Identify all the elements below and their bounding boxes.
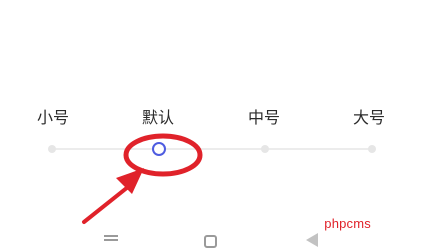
watermark: phpcms (324, 216, 371, 231)
font-size-slider-thumb[interactable] (152, 142, 166, 156)
font-size-option-medium[interactable]: 中号 (248, 108, 280, 128)
annotation-arrow-head (116, 168, 144, 194)
font-size-option-default[interactable]: 默认 (142, 108, 174, 128)
font-size-option-small[interactable]: 小号 (37, 108, 69, 128)
back-icon[interactable] (306, 233, 318, 247)
font-size-slider-track[interactable] (52, 148, 372, 150)
slider-tick-small[interactable] (48, 145, 56, 153)
menu-icon[interactable] (104, 235, 118, 241)
slider-tick-medium[interactable] (261, 145, 269, 153)
highlight-ellipse (123, 133, 203, 177)
annotation-arrow-shaft (82, 185, 130, 224)
font-size-settings-screen: 小号 默认 中号 大号 phpcms (0, 0, 423, 248)
slider-tick-large[interactable] (368, 145, 376, 153)
font-size-option-large[interactable]: 大号 (353, 108, 385, 128)
